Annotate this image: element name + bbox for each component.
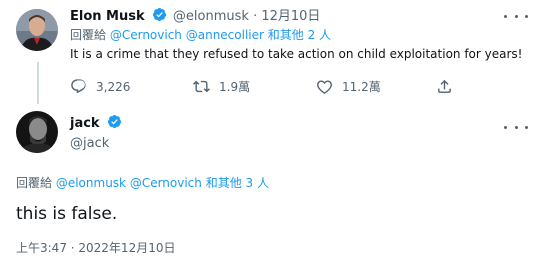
retweet-icon bbox=[193, 80, 210, 93]
tweet-timestamp[interactable]: 上午3:47 · 2022年12月10日 bbox=[16, 240, 175, 256]
like-action[interactable]: 11.2萬 bbox=[316, 78, 381, 95]
reply-prefix: 回覆給 bbox=[70, 28, 107, 42]
author-name[interactable]: jack bbox=[70, 116, 100, 131]
more-icon[interactable] bbox=[504, 119, 528, 135]
thread-connector-line bbox=[37, 62, 39, 104]
author-handle[interactable]: @jack bbox=[70, 135, 109, 153]
reply-others[interactable]: 和其他 2 人 bbox=[268, 28, 331, 42]
reply-context: 回覆給 @Cernovich @annecollier 和其他 2 人 bbox=[70, 27, 331, 43]
like-icon bbox=[317, 80, 332, 94]
reply-icon bbox=[71, 79, 86, 94]
reply-count: 3,226 bbox=[96, 79, 131, 94]
verified-badge-icon bbox=[152, 7, 166, 22]
main-tweet-author: jack bbox=[70, 114, 122, 133]
author-name[interactable]: Elon Musk bbox=[70, 9, 145, 24]
reply-prefix: 回覆給 bbox=[16, 176, 53, 190]
share-action[interactable] bbox=[436, 78, 462, 95]
reply-mentions[interactable]: @Cernovich @annecollier bbox=[110, 28, 264, 42]
reply-tweet-header: Elon Musk @elonmusk · 12月10日 bbox=[70, 7, 320, 26]
retweet-action[interactable]: 1.9萬 bbox=[193, 78, 250, 95]
reply-action[interactable]: 3,226 bbox=[70, 78, 130, 95]
retweet-count: 1.9萬 bbox=[219, 80, 251, 94]
more-icon[interactable] bbox=[504, 8, 528, 24]
reply-mentions[interactable]: @elonmusk @Cernovich bbox=[56, 176, 202, 190]
tweet-date[interactable]: 12月10日 bbox=[261, 9, 320, 24]
author-handle[interactable]: @elonmusk bbox=[173, 9, 249, 24]
reply-others[interactable]: 和其他 3 人 bbox=[206, 176, 269, 190]
reply-context: 回覆給 @elonmusk @Cernovich 和其他 3 人 bbox=[16, 175, 269, 191]
tweet-text: this is false. bbox=[16, 204, 118, 224]
jack-avatar[interactable] bbox=[16, 111, 58, 153]
verified-badge-icon bbox=[107, 114, 121, 129]
elon-avatar[interactable] bbox=[16, 9, 58, 51]
share-icon bbox=[438, 79, 451, 93]
header-separator: · bbox=[253, 9, 258, 24]
tweet-text: It is a crime that they refused to take … bbox=[70, 47, 523, 61]
like-count: 11.2萬 bbox=[342, 80, 381, 94]
